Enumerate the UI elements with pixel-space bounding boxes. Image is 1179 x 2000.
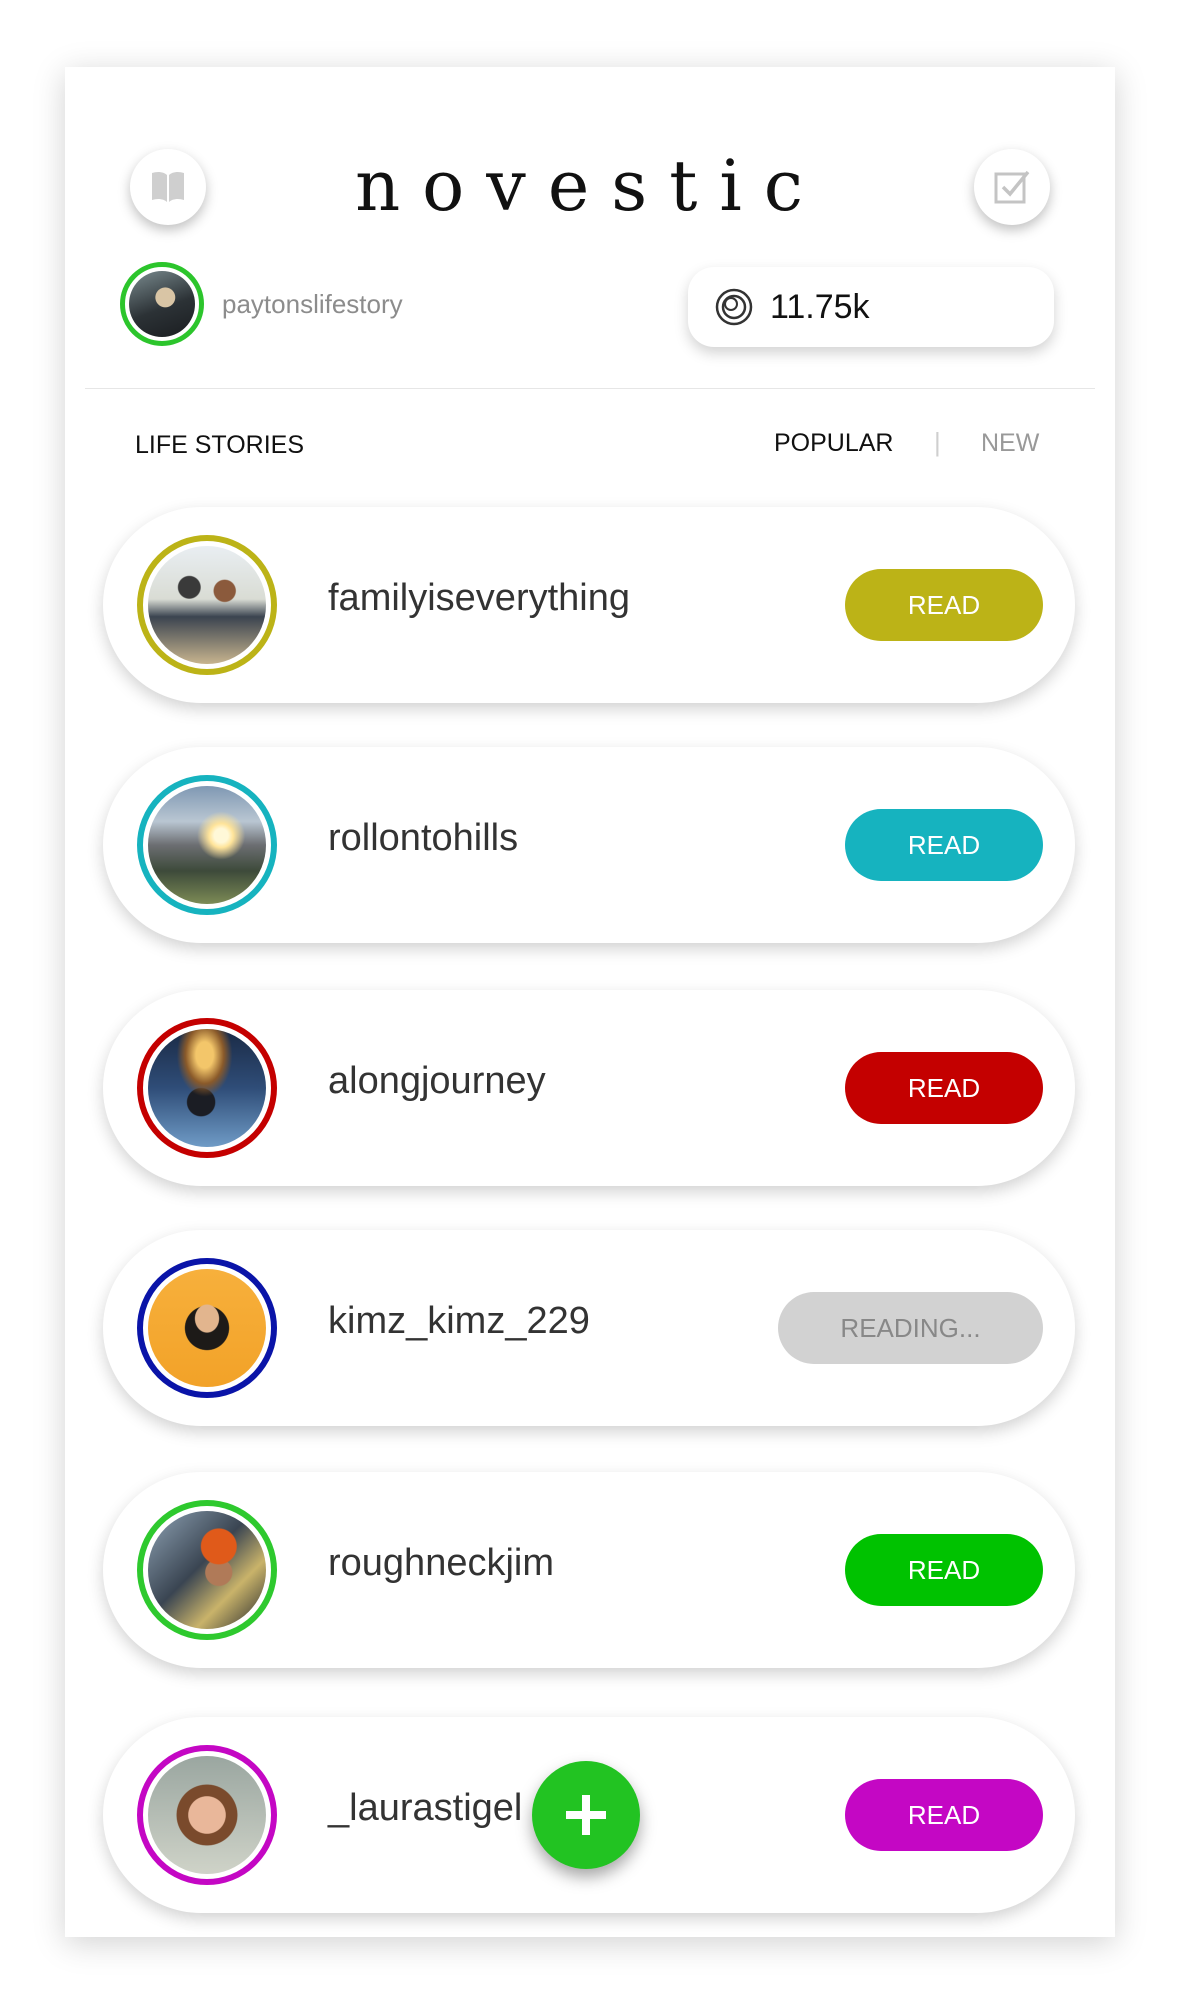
user-profile[interactable]: paytonslifestory [120, 262, 403, 346]
story-card[interactable]: alongjourney READ [103, 990, 1075, 1186]
write-story-button[interactable] [974, 149, 1050, 225]
story-avatar [137, 535, 277, 675]
filter-popular[interactable]: POPULAR [774, 429, 893, 458]
plus-icon [566, 1795, 606, 1835]
avatar [120, 262, 204, 346]
story-avatar [137, 1258, 277, 1398]
section-title: LIFE STORIES [135, 431, 305, 459]
read-button[interactable]: READ [845, 569, 1043, 641]
reading-status-button[interactable]: READING... [778, 1292, 1043, 1364]
app-logo: novestic [355, 145, 825, 227]
filter-separator: | [934, 427, 941, 457]
header-divider [85, 382, 1095, 389]
read-button[interactable]: READ [845, 1052, 1043, 1124]
story-username: familyiseverything [328, 577, 630, 619]
story-avatar [137, 1745, 277, 1885]
story-avatar [137, 1018, 277, 1158]
filter-new[interactable]: NEW [981, 429, 1039, 458]
edit-checkbox-icon [994, 170, 1030, 204]
profile-username: paytonslifestory [222, 288, 403, 319]
coin-balance[interactable]: 11.75k [688, 267, 1054, 347]
coin-count: 11.75k [770, 287, 870, 326]
app-screen: novestic paytonslifestory 11.75k LIFE ST… [65, 67, 1115, 1937]
story-username: _laurastigel [328, 1787, 523, 1829]
read-button[interactable]: READ [845, 809, 1043, 881]
read-button[interactable]: READ [845, 1534, 1043, 1606]
story-username: roughneckjim [328, 1542, 554, 1584]
story-username: rollontohills [328, 817, 519, 859]
story-card[interactable]: roughneckjim READ [103, 1472, 1075, 1668]
story-username: alongjourney [328, 1060, 546, 1102]
coin-icon [715, 288, 753, 326]
story-card[interactable]: kimz_kimz_229 READING... [103, 1230, 1075, 1426]
story-avatar [137, 775, 277, 915]
story-card[interactable]: rollontohills READ [103, 747, 1075, 943]
story-card[interactable]: familyiseverything READ [103, 507, 1075, 703]
story-avatar [137, 1500, 277, 1640]
read-button[interactable]: READ [845, 1779, 1043, 1851]
add-story-button[interactable] [532, 1761, 640, 1869]
story-username: kimz_kimz_229 [328, 1300, 590, 1342]
